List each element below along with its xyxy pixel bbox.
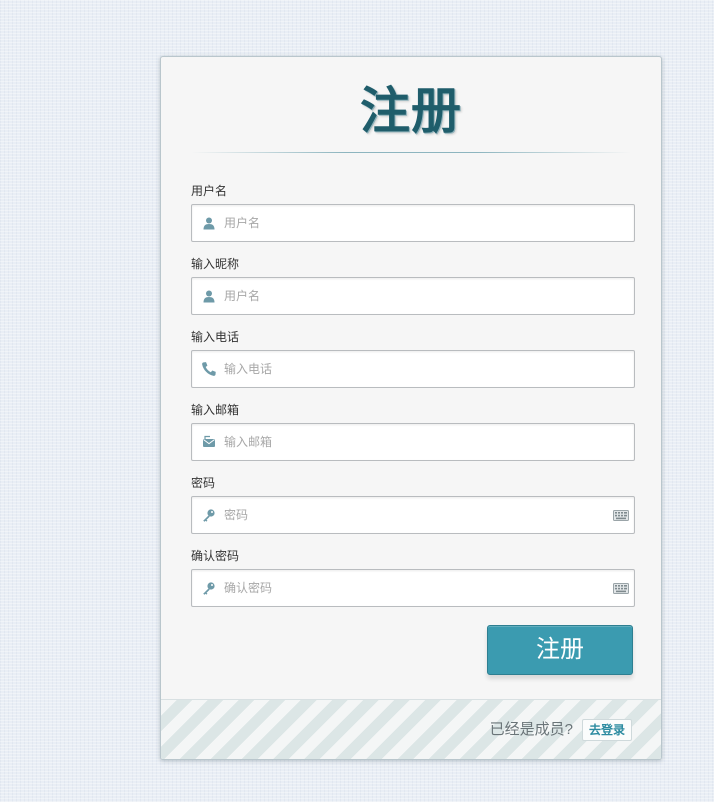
phone-label: 输入电话 (191, 330, 240, 344)
password-label: 密码 (191, 476, 216, 490)
register-button[interactable]: 注册 (487, 625, 633, 675)
keyboard-icon[interactable] (613, 583, 629, 594)
nickname-input[interactable] (192, 278, 634, 314)
nickname-input-wrapper (191, 277, 635, 315)
username-input-wrapper (191, 204, 635, 242)
email-label: 输入邮箱 (191, 403, 240, 417)
confirm-password-label: 确认密码 (191, 549, 240, 563)
phone-input-wrapper (191, 350, 635, 388)
username-label: 用户名 (191, 184, 228, 198)
confirm-password-field: 确认密码 (191, 548, 635, 607)
member-prompt: 已经是成员? (489, 721, 573, 738)
username-input[interactable] (192, 205, 634, 241)
phone-field: 输入电话 (191, 329, 635, 388)
go-login-button[interactable]: 去登录 (581, 719, 632, 741)
email-field: 输入邮箱 (191, 402, 635, 461)
nickname-label: 输入昵称 (191, 257, 240, 271)
username-field: 用户名 (191, 183, 635, 242)
confirm-password-input[interactable] (192, 570, 634, 606)
password-field: 密码 (191, 475, 635, 534)
password-input[interactable] (192, 497, 634, 533)
nickname-field: 输入昵称 (191, 256, 635, 315)
password-input-wrapper (191, 496, 635, 534)
page-title: 注册 (360, 82, 462, 140)
card-footer: 已经是成员? 去登录 (161, 699, 661, 759)
title-divider (191, 152, 631, 153)
email-input[interactable] (192, 424, 634, 460)
keyboard-icon[interactable] (613, 510, 629, 521)
confirm-password-input-wrapper (191, 569, 635, 607)
phone-input[interactable] (192, 351, 634, 387)
register-card: 注册 用户名 输入昵称 输入电话 输 (160, 56, 662, 760)
email-input-wrapper (191, 423, 635, 461)
